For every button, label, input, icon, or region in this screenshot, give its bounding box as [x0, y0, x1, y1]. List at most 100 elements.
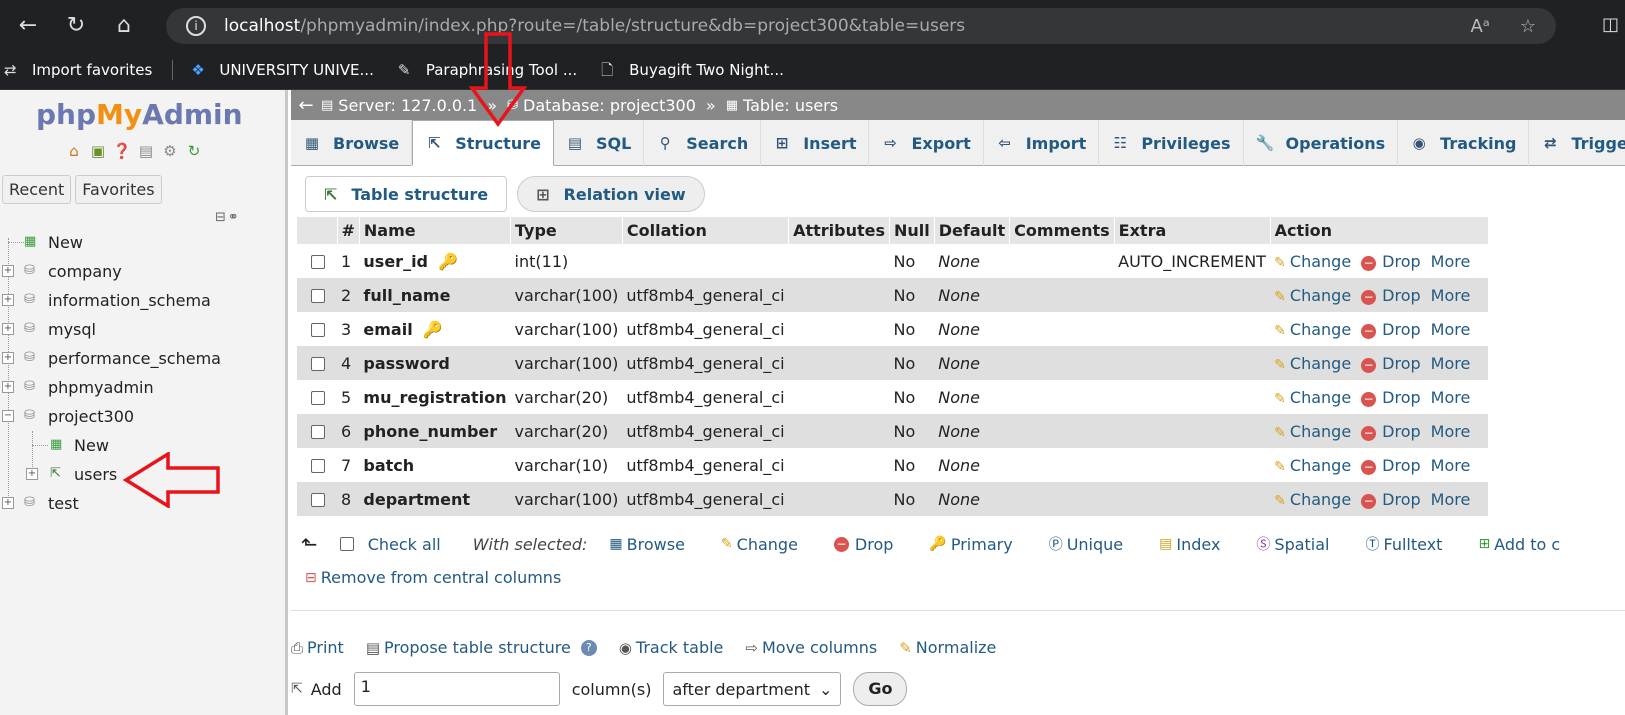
drop-button[interactable]: − Drop: [1351, 286, 1421, 305]
tree-item-performance-schema[interactable]: + ⛁ performance_schema: [0, 344, 285, 373]
refresh-icon[interactable]: ↻: [56, 5, 96, 45]
recent-button[interactable]: Recent: [2, 175, 72, 204]
favorite-item[interactable]: ❖ UNIVERSITY UNIVE...: [191, 61, 374, 79]
tab-operations[interactable]: 🔧 Operations: [1244, 120, 1399, 166]
settings-gear-icon[interactable]: ⚙: [160, 141, 180, 161]
drop-button[interactable]: − Drop: [1351, 354, 1421, 373]
change-button[interactable]: ✎ Change: [1274, 422, 1351, 441]
tab-insert[interactable]: ⊞ Insert: [761, 120, 870, 166]
read-aloud-icon[interactable]: Aᵃ: [1470, 16, 1489, 37]
bulk-index-button[interactable]: ▤ Index: [1159, 535, 1220, 554]
collapse-all-icon[interactable]: ⊟: [215, 210, 226, 225]
table-structure-button[interactable]: ⇱ Table structure: [305, 176, 508, 212]
link-icon[interactable]: ⚭: [228, 210, 239, 225]
drop-button[interactable]: − Drop: [1351, 320, 1421, 339]
home-icon[interactable]: ⌂: [104, 5, 144, 45]
tab-privileges[interactable]: ☷ Privileges: [1099, 120, 1244, 166]
docs-icon[interactable]: ▤: [136, 141, 156, 161]
tree-item-information-schema[interactable]: + ⛁ information_schema: [0, 286, 285, 315]
tab-sql[interactable]: ▤ SQL: [554, 120, 645, 166]
more-dropdown[interactable]: More: [1431, 388, 1471, 407]
column-name[interactable]: department: [363, 490, 470, 509]
favorite-item[interactable]: ⇄ Import favorites: [4, 61, 152, 79]
tab-browse[interactable]: ▦ Browse: [291, 120, 413, 166]
tree-item-phpmyadmin[interactable]: + ⛁ phpmyadmin: [0, 373, 285, 402]
bulk-fulltext-button[interactable]: Ⓣ Fulltext: [1366, 534, 1443, 554]
more-dropdown[interactable]: More: [1431, 252, 1471, 271]
breadcrumb-database[interactable]: ⛁ Database: project300: [507, 96, 696, 115]
drop-button[interactable]: − Drop: [1351, 388, 1421, 407]
drop-button[interactable]: − Drop: [1351, 252, 1421, 271]
column-name[interactable]: phone_number: [363, 422, 497, 441]
row-checkbox[interactable]: [311, 357, 325, 371]
bulk-drop-button[interactable]: − Drop: [833, 535, 893, 554]
row-checkbox[interactable]: [311, 459, 325, 473]
column-name[interactable]: password: [363, 354, 449, 373]
add-columns-count-input[interactable]: 1: [353, 672, 560, 706]
relation-view-button[interactable]: ⊞ Relation view: [517, 176, 705, 212]
normalize-button[interactable]: ✎ Normalize: [899, 638, 996, 657]
reload-icon[interactable]: ↻: [184, 141, 204, 161]
drop-button[interactable]: − Drop: [1351, 422, 1421, 441]
phpmyadmin-logo[interactable]: phpMyAdmin: [36, 98, 243, 131]
bulk-unique-button[interactable]: Ⓟ Unique: [1049, 534, 1123, 554]
column-name[interactable]: batch: [363, 456, 414, 475]
go-button[interactable]: Go: [853, 672, 908, 706]
tab-import[interactable]: ⇦ Import: [984, 120, 1100, 166]
breadcrumb-table[interactable]: ▦ Table: users: [726, 96, 838, 115]
column-name[interactable]: full_name: [363, 286, 450, 305]
column-name[interactable]: mu_registration: [363, 388, 506, 407]
move-columns-button[interactable]: ⇨ Move columns: [745, 638, 877, 657]
logout-icon[interactable]: ▣: [88, 141, 108, 161]
address-bar[interactable]: i localhost/phpmyadmin/index.php?route=/…: [166, 8, 1556, 44]
print-button[interactable]: ⎙ Print: [291, 638, 344, 657]
propose-structure-button[interactable]: ▤ Propose table structure?: [366, 638, 597, 657]
more-dropdown[interactable]: More: [1431, 320, 1471, 339]
tree-item-mysql[interactable]: + ⛁ mysql: [0, 315, 285, 344]
tab-triggers[interactable]: ⇄ Triggers: [1529, 120, 1625, 166]
favorites-button[interactable]: Favorites: [75, 175, 162, 204]
bulk-change-button[interactable]: ✎ Change: [721, 535, 798, 554]
expand-icon[interactable]: +: [2, 294, 14, 306]
change-button[interactable]: ✎ Change: [1274, 320, 1351, 339]
change-button[interactable]: ✎ Change: [1274, 388, 1351, 407]
more-dropdown[interactable]: More: [1431, 286, 1471, 305]
tab-tracking[interactable]: ◉ Tracking: [1398, 120, 1530, 166]
check-all-label[interactable]: Check all: [368, 535, 441, 554]
bulk-primary-button[interactable]: 🔑 Primary: [929, 535, 1012, 554]
column-position-select[interactable]: after department ⌄: [663, 672, 842, 706]
change-button[interactable]: ✎ Change: [1274, 456, 1351, 475]
bulk-spatial-button[interactable]: Ⓢ Spatial: [1256, 534, 1329, 554]
favorite-star-icon[interactable]: ☆: [1520, 16, 1536, 37]
split-screen-icon[interactable]: ◫: [1602, 14, 1619, 35]
breadcrumb-server[interactable]: ▤ Server: 127.0.0.1: [321, 96, 477, 115]
track-table-button[interactable]: ◉ Track table: [619, 638, 724, 657]
collapse-icon[interactable]: −: [2, 410, 14, 422]
tab-search[interactable]: ⚲ Search: [644, 120, 762, 166]
expand-icon[interactable]: +: [2, 352, 14, 364]
drop-button[interactable]: − Drop: [1351, 490, 1421, 509]
row-checkbox[interactable]: [311, 391, 325, 405]
favorite-item[interactable]: 🗋 Buyagift Two Night...: [601, 61, 784, 79]
change-button[interactable]: ✎ Change: [1274, 354, 1351, 373]
row-checkbox[interactable]: [311, 425, 325, 439]
collapse-sidebar-icon[interactable]: ←: [291, 95, 321, 116]
tree-item-project300[interactable]: − ⛁ project300: [0, 402, 285, 431]
tree-item-new[interactable]: ▦ New: [0, 228, 285, 257]
remove-central-columns-button[interactable]: ⊟ Remove from central columns: [305, 568, 561, 587]
change-button[interactable]: ✎ Change: [1274, 490, 1351, 509]
check-all-checkbox[interactable]: [339, 537, 354, 551]
expand-icon[interactable]: +: [2, 265, 14, 277]
bulk-browse-button[interactable]: ▦ Browse: [609, 535, 685, 554]
expand-icon[interactable]: +: [2, 381, 14, 393]
more-dropdown[interactable]: More: [1431, 354, 1471, 373]
site-info-icon[interactable]: i: [186, 16, 206, 36]
expand-icon[interactable]: +: [2, 323, 14, 335]
change-button[interactable]: ✎ Change: [1274, 252, 1351, 271]
expand-icon[interactable]: +: [26, 468, 38, 480]
expand-icon[interactable]: +: [2, 497, 14, 509]
tab-export[interactable]: ⇨ Export: [869, 120, 984, 166]
row-checkbox[interactable]: [311, 289, 325, 303]
home-icon[interactable]: ⌂: [64, 141, 84, 161]
change-button[interactable]: ✎ Change: [1274, 286, 1351, 305]
